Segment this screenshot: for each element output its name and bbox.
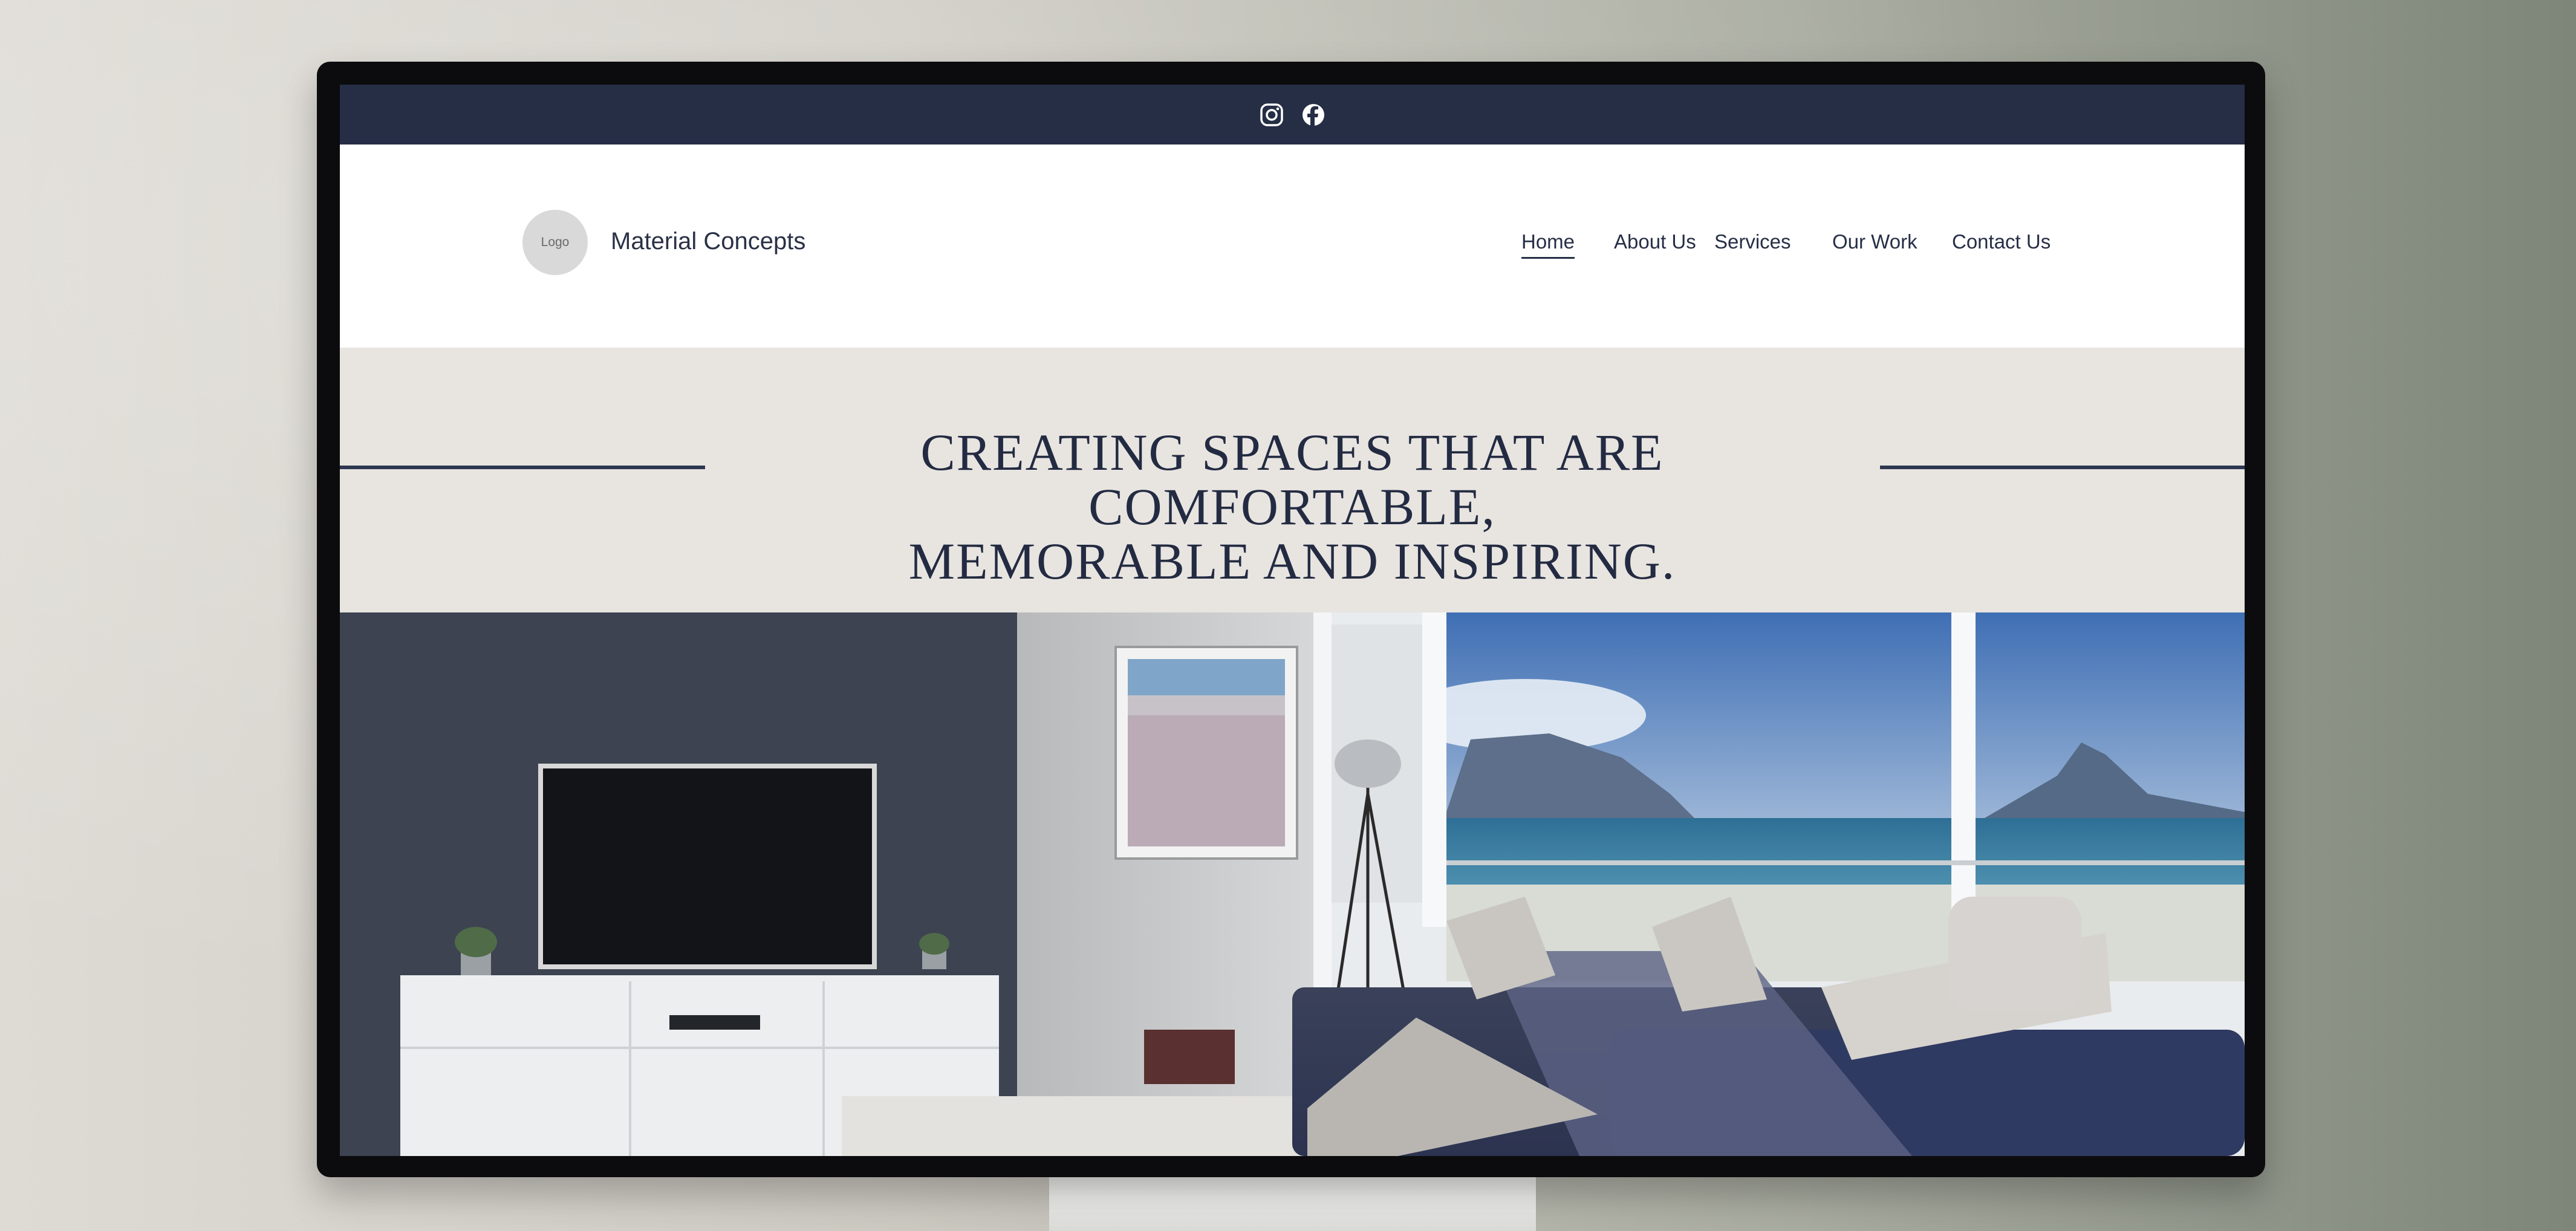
sea [1446, 818, 2245, 885]
website-screen: Logo Material Concepts Home About Us Ser… [340, 85, 2245, 1156]
plant [455, 927, 497, 957]
facebook-icon[interactable] [1301, 103, 1325, 127]
nav-services[interactable]: Services [1714, 230, 1791, 257]
balcony-rail [1446, 860, 2245, 865]
hero-tagline: Creating spaces that are comfortable, me… [733, 425, 1852, 588]
tagline-line-1: Creating spaces that are comfortable, [920, 423, 1664, 536]
nav-home[interactable]: Home [1521, 230, 1575, 259]
monitor-stand [1049, 1173, 1536, 1231]
social-bar [340, 85, 2245, 145]
logo-label: Logo [541, 235, 570, 249]
artwork-sky [1128, 659, 1285, 695]
nav-contact-us[interactable]: Contact Us [1952, 230, 2051, 257]
tagline-divider-left [340, 466, 705, 469]
patterned-chair [1948, 897, 2081, 1012]
hero-image [340, 612, 2245, 1156]
instagram-icon[interactable] [1260, 103, 1284, 127]
lamp-head [1335, 739, 1401, 788]
window-frame-mid [1422, 612, 1446, 927]
nav-about-us[interactable]: About Us [1614, 230, 1696, 257]
artwork-crowd [1128, 715, 1285, 846]
tagline-divider-right [1880, 466, 2245, 469]
media-box [669, 1015, 760, 1030]
nav-our-work[interactable]: Our Work [1832, 230, 1917, 257]
tagline-band: Creating spaces that are comfortable, me… [340, 348, 2245, 612]
tagline-line-2: memorable and inspiring. [908, 532, 1676, 590]
logo-placeholder[interactable]: Logo [522, 210, 588, 275]
tv-screen [543, 768, 872, 964]
plant [919, 933, 949, 955]
site-header: Logo Material Concepts Home About Us Ser… [340, 145, 2245, 348]
magazine-rack [1144, 1030, 1235, 1084]
brand-name[interactable]: Material Concepts [611, 228, 805, 255]
